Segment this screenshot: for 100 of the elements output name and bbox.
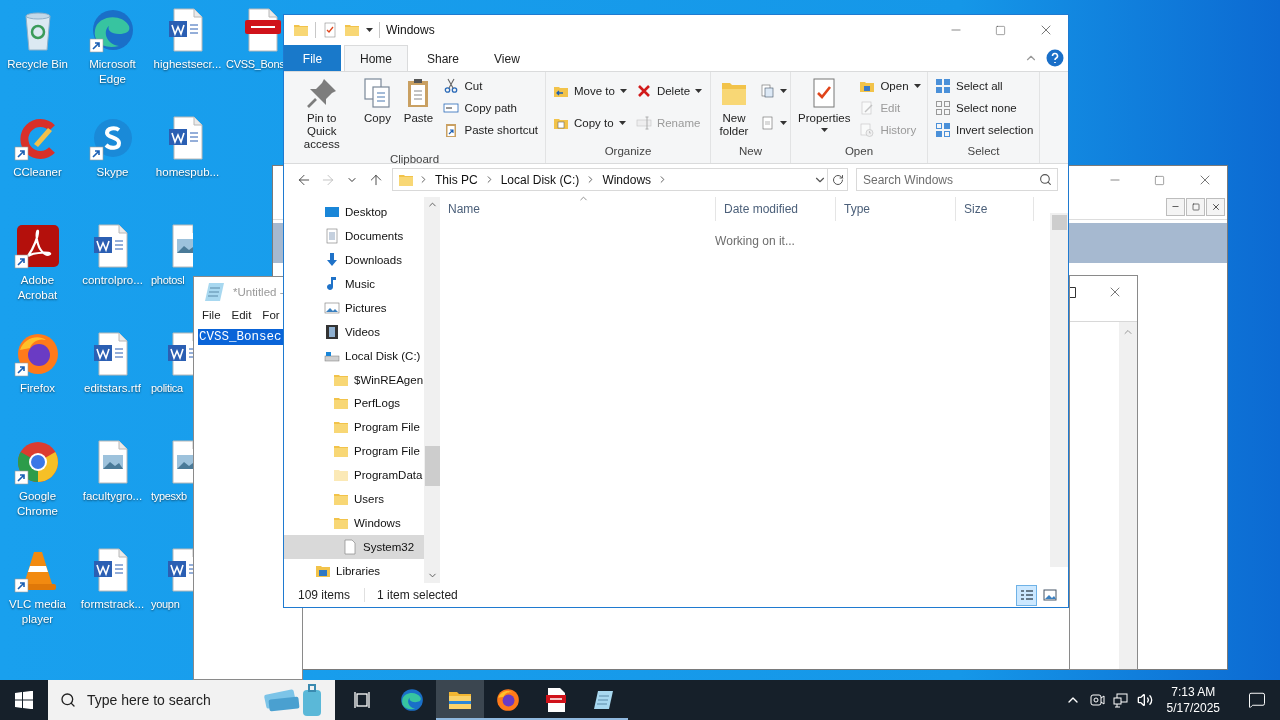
desktop-icon-label: formstrack...: [79, 597, 146, 612]
taskbar-app[interactable]: [436, 680, 484, 720]
caret-icon: [780, 89, 787, 93]
details-view-button[interactable]: [1016, 584, 1037, 606]
menu-item[interactable]: Edit: [231, 309, 252, 329]
message-icon: [1248, 691, 1266, 709]
desktop-icon-label: Adobe Acrobat: [16, 273, 59, 303]
nav-item[interactable]: $WinREAgen: [284, 367, 424, 392]
grid-icon: [935, 100, 951, 116]
desktop-icon-label: homespub...: [154, 165, 221, 180]
speaker-icon[interactable]: [1136, 692, 1153, 708]
folder-icon: [333, 515, 349, 532]
history-icon: [859, 122, 876, 138]
nav-item[interactable]: Windows: [284, 511, 424, 536]
nav-item[interactable]: Libraries: [284, 559, 424, 583]
nav-item[interactable]: Local Disk (C:): [284, 343, 424, 368]
ribbon-button[interactable]: Select none: [932, 97, 1037, 119]
menu-item[interactable]: For: [262, 309, 280, 329]
document-icon: [759, 115, 775, 131]
selection-count: 1 item selected: [377, 588, 458, 602]
refresh-button[interactable]: [828, 168, 848, 191]
ribbon-button[interactable]: Copy to: [550, 112, 630, 134]
desktop-icon-label: politica: [150, 381, 183, 396]
download-icon: [324, 251, 340, 268]
desktop-icon-label: CCleaner: [12, 165, 63, 180]
scrollbar[interactable]: [1050, 213, 1068, 567]
ribbon-button[interactable]: Paste: [399, 75, 438, 153]
caret-icon: [820, 128, 828, 132]
ribbon-button[interactable]: Move to: [550, 80, 630, 102]
nav-item[interactable]: Program File: [284, 415, 424, 440]
nav-item[interactable]: ProgramData: [284, 463, 424, 488]
column-header[interactable]: Type: [836, 197, 956, 221]
ribbon-button[interactable]: Copy path: [440, 97, 541, 119]
scrollbar[interactable]: [1119, 322, 1137, 669]
pdf-file-icon: [544, 687, 568, 713]
caret-icon: [618, 121, 626, 125]
folder-icon: [344, 22, 360, 38]
nav-item[interactable]: Documents: [284, 223, 424, 248]
ribbon-button[interactable]: Invert selection: [932, 119, 1037, 141]
scrollbar-thumb[interactable]: [1051, 215, 1067, 230]
nav-item[interactable]: PerfLogs: [284, 391, 424, 416]
scrollbar[interactable]: [424, 197, 440, 583]
nav-item[interactable]: Downloads: [284, 247, 424, 272]
nav-item[interactable]: Program File: [284, 439, 424, 464]
nav-item[interactable]: Pictures: [284, 295, 424, 320]
grid-icon: [935, 78, 951, 94]
ribbon-button[interactable]: Select all: [932, 75, 1037, 97]
ribbon-button[interactable]: Paste shortcut: [440, 119, 541, 141]
desktop-icon-label: Microsoft Edge: [88, 57, 137, 87]
ribbon-button[interactable]: Properties: [795, 75, 854, 145]
new-item-icon: [759, 83, 775, 99]
breadcrumb[interactable]: This PC: [433, 172, 480, 187]
ribbon-tab[interactable]: Share: [411, 45, 476, 71]
close-button[interactable]: [1206, 197, 1225, 216]
desktop-icon-label: facultygro...: [81, 489, 144, 504]
desktop-icon-label: youpn: [150, 597, 180, 612]
caret-icon: [913, 84, 921, 88]
folder-icon: [333, 395, 349, 412]
taskbar-search-field[interactable]: Type here to search: [48, 680, 335, 720]
nav-item[interactable]: Music: [284, 271, 424, 296]
column-header[interactable]: Size: [956, 197, 1034, 221]
desktop-icon-label: controlpro...: [81, 273, 144, 288]
ribbon-button[interactable]: Cut: [440, 75, 541, 97]
ribbon-button[interactable]: Open: [856, 75, 924, 97]
pdf-reader-icon[interactable]: [13, 222, 62, 270]
nav-item[interactable]: Desktop: [284, 200, 424, 224]
group-label: Open: [843, 145, 875, 159]
nav-item[interactable]: Videos: [284, 319, 424, 344]
image-icon: [1042, 589, 1057, 601]
breadcrumb[interactable]: Windows: [600, 172, 654, 187]
ribbon-button[interactable]: Delete: [632, 80, 706, 102]
search-field[interactable]: Search Windows: [856, 168, 1058, 191]
file-icon: [342, 539, 358, 556]
ribbon-button[interactable]: New folder: [715, 75, 753, 145]
notepad-icon: [203, 280, 227, 304]
search-icon: [60, 692, 76, 708]
menu-item[interactable]: File: [202, 309, 221, 329]
ribbon-button[interactable]: Pin to Quick access: [288, 75, 356, 153]
scrollbar-thumb[interactable]: [424, 446, 440, 486]
column-header[interactable]: Name: [440, 197, 716, 221]
ribbon-tab[interactable]: View: [478, 45, 536, 71]
ribbon-button[interactable]: Copy: [358, 75, 397, 153]
caret-icon: [366, 28, 373, 32]
help-icon[interactable]: [1046, 49, 1064, 67]
network-icon[interactable]: [1112, 692, 1129, 708]
search-icon: [1039, 173, 1052, 186]
window-title: Windows: [386, 23, 435, 37]
nav-item[interactable]: Users: [284, 487, 424, 512]
delete-icon: [635, 83, 652, 99]
ribbon-tab[interactable]: File: [284, 45, 341, 71]
ribbon-tab[interactable]: Home: [344, 45, 408, 71]
address-bar[interactable]: This PC Local Disk (C:) Windows: [392, 168, 828, 191]
folder-icon: [333, 467, 349, 484]
clock[interactable]: 7:13 AM 5/17/2025: [1160, 684, 1226, 716]
maximize-icon: [995, 24, 1006, 36]
camera-icon[interactable]: [1088, 692, 1105, 708]
column-header[interactable]: Date modified: [716, 197, 836, 221]
nav-item[interactable]: System32: [284, 535, 424, 560]
windows-logo-icon: [15, 691, 33, 709]
breadcrumb[interactable]: Local Disk (C:): [498, 172, 582, 187]
